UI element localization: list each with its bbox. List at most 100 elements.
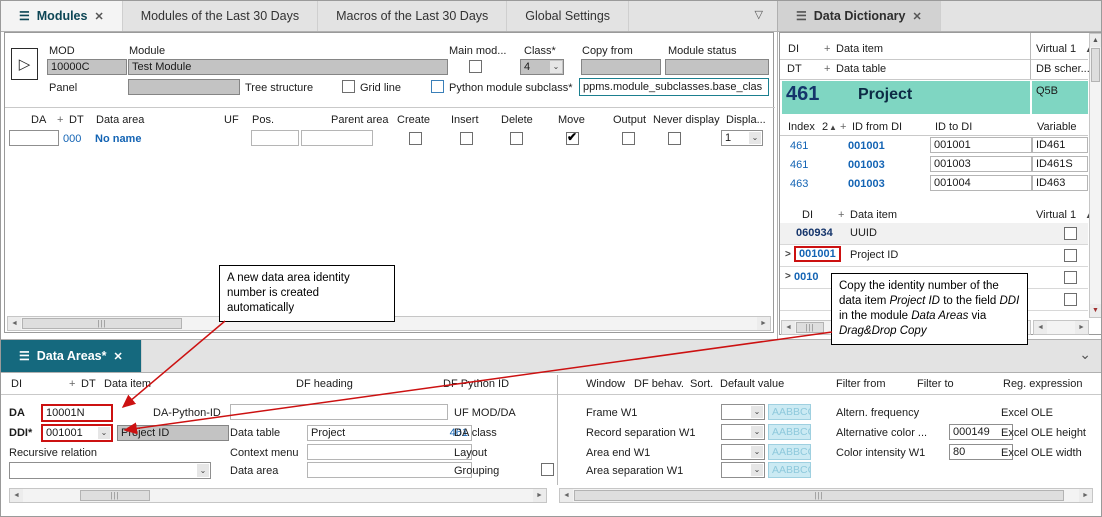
close-icon[interactable]: ✕ xyxy=(113,350,122,363)
grouping-checkbox[interactable] xyxy=(541,463,554,476)
scroll-left-icon[interactable]: ◄ xyxy=(8,317,21,330)
copy-from-field[interactable] xyxy=(581,59,661,75)
da-id-cell[interactable] xyxy=(9,130,59,146)
tab-modules-last-30-days[interactable]: Modules of the Last 30 Days xyxy=(123,1,318,31)
main-mod-checkbox[interactable] xyxy=(469,60,482,73)
delete-checkbox[interactable] xyxy=(510,132,523,145)
tab-data-areas[interactable]: ☰ Data Areas* ✕ xyxy=(1,340,142,372)
grid-line-checkbox[interactable] xyxy=(342,80,355,93)
parent-area-cell[interactable] xyxy=(301,130,373,146)
panel-field[interactable] xyxy=(128,79,240,95)
area-separation-w1-color-field[interactable]: AABBCC xyxy=(768,462,811,478)
scroll-left-icon[interactable]: ◄ xyxy=(560,489,573,502)
add-icon[interactable]: + xyxy=(57,114,63,126)
data-areas-hscrollbar-left[interactable]: ◄ ||| ► xyxy=(9,488,547,503)
add-icon[interactable]: + xyxy=(838,209,844,221)
chevron-down-icon[interactable]: ⌄ xyxy=(1079,346,1091,363)
data-item-row[interactable]: > 001001 Project ID xyxy=(780,245,1088,267)
link-id-to-cell[interactable]: 001001 xyxy=(930,137,1032,153)
add-icon[interactable]: + xyxy=(840,121,846,133)
scroll-up-icon[interactable]: ▲ xyxy=(1090,34,1101,47)
add-icon[interactable]: + xyxy=(69,378,75,390)
recursive-relation-select[interactable]: ⌄ xyxy=(9,462,211,479)
col-delete: Delete xyxy=(501,114,533,126)
area-end-w1-color-field[interactable]: AABBCC xyxy=(768,444,811,460)
insert-checkbox[interactable] xyxy=(460,132,473,145)
application-window: ☰ Modules ✕ Modules of the Last 30 Days … xyxy=(0,0,1102,517)
scrollbar-thumb[interactable]: ||| xyxy=(574,490,1064,501)
add-icon[interactable]: + xyxy=(824,63,830,75)
link-id-to-cell[interactable]: 001003 xyxy=(930,156,1032,172)
ddi-item-name-field: Project ID xyxy=(117,425,229,441)
display-select[interactable]: 1 ⌄ xyxy=(721,130,763,146)
class-select[interactable]: 4 ⌄ xyxy=(520,59,564,75)
col-da: DA xyxy=(31,114,46,126)
data-areas-hscrollbar-right[interactable]: ◄ ||| ► xyxy=(559,488,1093,503)
tree-structure-label: Tree structure xyxy=(245,82,313,94)
data-table-field[interactable]: Project 461 xyxy=(307,425,472,441)
record-separation-w1-select[interactable]: ⌄ xyxy=(721,424,765,440)
move-checkbox[interactable] xyxy=(566,132,579,145)
scrollbar-thumb[interactable] xyxy=(1091,48,1100,82)
selected-table-schema: Q5B xyxy=(1036,85,1058,97)
scrollbar-thumb[interactable]: ||| xyxy=(22,318,182,329)
link-variable-cell[interactable]: ID461S xyxy=(1032,156,1088,172)
layout-label: Layout xyxy=(454,447,487,459)
close-icon[interactable]: ✕ xyxy=(912,10,921,23)
data-item-row[interactable]: 060934 UUID xyxy=(780,223,1088,245)
data-areas-panel: ☰ Data Areas* ✕ ⌄ DI + DT Data item DF h… xyxy=(1,339,1102,508)
expand-icon[interactable]: > xyxy=(785,249,791,260)
da-field[interactable]: 10001N xyxy=(41,404,113,422)
virtual-checkbox[interactable] xyxy=(1064,227,1077,240)
link-id-to-cell[interactable]: 001004 xyxy=(930,175,1032,191)
add-icon[interactable]: + xyxy=(824,43,830,55)
scroll-right-icon[interactable]: ► xyxy=(757,317,770,330)
never-display-checkbox[interactable] xyxy=(668,132,681,145)
tab-data-dictionary[interactable]: ☰ Data Dictionary ✕ xyxy=(778,1,941,31)
item-name: Project ID xyxy=(850,249,898,261)
excel-ole-label: Excel OLE xyxy=(1001,407,1053,419)
create-checkbox[interactable] xyxy=(409,132,422,145)
tab-macros-last-30-days[interactable]: Macros of the Last 30 Days xyxy=(318,1,507,31)
link-variable-cell[interactable]: ID463 xyxy=(1032,175,1088,191)
virtual-checkbox[interactable] xyxy=(1064,293,1077,306)
run-module-button[interactable]: ▷ xyxy=(11,48,38,80)
data-area-field[interactable] xyxy=(307,462,472,478)
area-separation-w1-select[interactable]: ⌄ xyxy=(721,462,765,478)
dictionary-hscrollbar-right[interactable]: ◄ ► xyxy=(1033,320,1089,335)
virtual-checkbox[interactable] xyxy=(1064,249,1077,262)
scroll-left-icon[interactable]: ◄ xyxy=(782,321,795,334)
tab-global-settings[interactable]: Global Settings xyxy=(507,1,629,31)
scroll-right-icon[interactable]: ► xyxy=(533,489,546,502)
pos-cell[interactable] xyxy=(251,130,299,146)
tab-data-areas-label: Data Areas* xyxy=(37,349,107,363)
python-subclass-field[interactable]: ppms.module_subclasses.base_clas xyxy=(579,78,769,96)
item-name: UUID xyxy=(850,227,877,239)
da-python-id-field[interactable] xyxy=(230,404,448,420)
close-icon[interactable]: ✕ xyxy=(94,10,103,23)
link-variable-cell[interactable]: ID461 xyxy=(1032,137,1088,153)
scroll-right-icon[interactable]: ► xyxy=(1079,489,1092,502)
python-subclass-checkbox[interactable] xyxy=(431,80,444,93)
mod-field[interactable]: 10000C xyxy=(47,59,127,75)
collapse-panel-icon[interactable]: ▽ xyxy=(755,8,763,21)
frame-w1-color-field[interactable]: AABBCC xyxy=(768,404,811,420)
dictionary-vscrollbar[interactable]: ▲ ▼ xyxy=(1089,33,1102,318)
context-menu-field[interactable] xyxy=(307,444,472,460)
area-end-w1-select[interactable]: ⌄ xyxy=(721,444,765,460)
module-name-field[interactable]: Test Module xyxy=(128,59,448,75)
frame-w1-select[interactable]: ⌄ xyxy=(721,404,765,420)
output-checkbox[interactable] xyxy=(622,132,635,145)
ddi-field[interactable]: 001001 ⌄ xyxy=(41,424,113,442)
scroll-left-icon[interactable]: ◄ xyxy=(1034,321,1047,334)
scrollbar-thumb[interactable]: ||| xyxy=(796,322,824,333)
scrollbar-thumb[interactable]: ||| xyxy=(80,490,150,501)
scroll-left-icon[interactable]: ◄ xyxy=(10,489,23,502)
module-status-field[interactable] xyxy=(665,59,769,75)
record-separation-w1-color-field[interactable]: AABBCC xyxy=(768,424,811,440)
expand-icon[interactable]: > xyxy=(785,271,791,282)
scroll-down-icon[interactable]: ▼ xyxy=(1090,304,1101,317)
tab-modules[interactable]: ☰ Modules ✕ xyxy=(1,1,123,31)
scroll-right-icon[interactable]: ► xyxy=(1075,321,1088,334)
virtual-checkbox[interactable] xyxy=(1064,271,1077,284)
